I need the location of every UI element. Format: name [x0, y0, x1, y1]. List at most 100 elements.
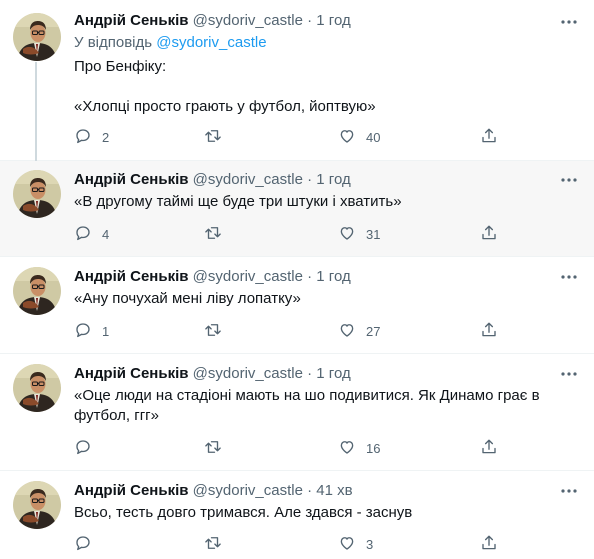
retweet-icon: [204, 534, 222, 555]
heart-icon: [338, 438, 356, 459]
reply-button[interactable]: 4: [74, 224, 109, 244]
avatar[interactable]: [13, 170, 61, 218]
author-name[interactable]: Андрій Сеньків: [74, 171, 189, 188]
tweet[interactable]: Андрій Сеньків @sydoriv_castle · 1 год «…: [0, 161, 594, 257]
thread-line: [35, 62, 37, 162]
tweet-header: Андрій Сеньків @sydoriv_castle · 41 хв: [74, 481, 578, 501]
reply-icon: [74, 224, 92, 245]
reply-button[interactable]: [74, 534, 102, 554]
timestamp[interactable]: 1 год: [316, 365, 350, 382]
retweet-button[interactable]: [204, 127, 232, 147]
author-name[interactable]: Андрій Сеньків: [74, 12, 189, 29]
retweet-icon: [204, 438, 222, 459]
separator-dot: ·: [307, 171, 313, 188]
author-handle[interactable]: @sydoriv_castle: [193, 268, 303, 285]
reply-count: 2: [102, 129, 110, 145]
reply-button[interactable]: 2: [74, 127, 109, 147]
retweet-icon: [204, 224, 222, 245]
share-button[interactable]: [480, 127, 498, 147]
share-button[interactable]: [480, 321, 498, 341]
avatar[interactable]: [13, 267, 61, 315]
like-button[interactable]: 16: [338, 438, 380, 458]
reply-count: 4: [102, 226, 110, 242]
tweet-text: Всьо, тесть довго тримався. Але здався -…: [74, 504, 413, 521]
retweet-icon: [204, 321, 222, 342]
share-button[interactable]: [480, 438, 498, 458]
tweet-actions: 1 27: [74, 321, 504, 341]
reply-icon: [74, 127, 92, 148]
tweet[interactable]: Андрій Сеньків @sydoriv_castle · 41 хв В…: [0, 471, 594, 559]
tweet[interactable]: Андрій Сеньків @sydoriv_castle · 1 год У…: [0, 0, 594, 162]
reply-mention-link[interactable]: @sydoriv_castle: [156, 34, 266, 51]
avatar[interactable]: [13, 13, 61, 61]
author-name[interactable]: Андрій Сеньків: [74, 268, 189, 285]
reply-icon: [74, 438, 92, 459]
tweet-actions: 2 40: [74, 127, 504, 147]
share-icon: [480, 224, 498, 245]
like-count: 27: [366, 323, 381, 339]
tweet-text: Про Бенфіку: «Хлопці просто грають у фут…: [74, 58, 376, 115]
like-count: 31: [366, 226, 381, 242]
reply-icon: [74, 534, 92, 555]
separator-dot: ·: [307, 482, 313, 499]
share-icon: [480, 321, 498, 342]
share-button[interactable]: [480, 534, 498, 554]
author-handle[interactable]: @sydoriv_castle: [193, 365, 303, 382]
timestamp[interactable]: 1 год: [316, 171, 350, 188]
timestamp[interactable]: 1 год: [316, 268, 350, 285]
like-button[interactable]: 27: [338, 321, 380, 341]
author-name[interactable]: Андрій Сеньків: [74, 482, 189, 499]
share-icon: [480, 127, 498, 148]
tweet-thread: Андрій Сеньків @sydoriv_castle · 1 год У…: [0, 0, 594, 559]
like-button[interactable]: 3: [338, 534, 373, 554]
retweet-button[interactable]: [204, 224, 232, 244]
heart-icon: [338, 127, 356, 148]
retweet-button[interactable]: [204, 438, 232, 458]
reply-button[interactable]: [74, 438, 102, 458]
tweet-text: «В другому таймі ще буде три штуки і хва…: [74, 193, 402, 210]
like-count: 40: [366, 129, 381, 145]
separator-dot: ·: [307, 12, 313, 29]
more-options-button[interactable]: [558, 12, 580, 32]
tweet-actions: 16: [74, 438, 504, 458]
retweet-button[interactable]: [204, 321, 232, 341]
tweet-header: Андрій Сеньків @sydoriv_castle · 1 год: [74, 170, 578, 190]
tweet-header: Андрій Сеньків @sydoriv_castle · 1 год: [74, 267, 578, 287]
reply-count: 1: [102, 323, 110, 339]
tweet[interactable]: Андрій Сеньків @sydoriv_castle · 1 год «…: [0, 354, 594, 471]
reply-to-label: У відповідь: [74, 34, 157, 51]
share-button[interactable]: [480, 224, 498, 244]
tweet[interactable]: Андрій Сеньків @sydoriv_castle · 1 год «…: [0, 257, 594, 354]
separator-dot: ·: [307, 365, 313, 382]
like-count: 16: [366, 440, 381, 456]
avatar[interactable]: [13, 364, 61, 412]
reply-icon: [74, 321, 92, 342]
author-handle[interactable]: @sydoriv_castle: [193, 12, 303, 29]
tweet-text: «Ану почухай мені ліву лопатку»: [74, 290, 301, 307]
author-handle[interactable]: @sydoriv_castle: [193, 171, 303, 188]
more-options-button[interactable]: [558, 364, 580, 384]
timestamp[interactable]: 41 хв: [316, 482, 352, 499]
author-name[interactable]: Андрій Сеньків: [74, 365, 189, 382]
share-icon: [480, 438, 498, 459]
retweet-button[interactable]: [204, 534, 232, 554]
share-icon: [480, 534, 498, 555]
timestamp[interactable]: 1 год: [316, 12, 350, 29]
author-handle[interactable]: @sydoriv_castle: [193, 482, 303, 499]
like-count: 3: [366, 536, 374, 552]
like-button[interactable]: 40: [338, 127, 380, 147]
tweet-header: Андрій Сеньків @sydoriv_castle · 1 год: [74, 11, 578, 31]
retweet-icon: [204, 127, 222, 148]
tweet-header: Андрій Сеньків @sydoriv_castle · 1 год: [74, 364, 578, 384]
tweet-actions: 4 31: [74, 224, 504, 244]
reply-context: У відповідь @sydoriv_castle: [74, 33, 578, 53]
reply-button[interactable]: 1: [74, 321, 109, 341]
more-options-button[interactable]: [558, 170, 580, 190]
separator-dot: ·: [307, 268, 313, 285]
heart-icon: [338, 534, 356, 555]
like-button[interactable]: 31: [338, 224, 380, 244]
avatar[interactable]: [13, 481, 61, 529]
tweet-actions: 3: [74, 534, 504, 554]
more-options-button[interactable]: [558, 267, 580, 287]
more-options-button[interactable]: [558, 481, 580, 501]
